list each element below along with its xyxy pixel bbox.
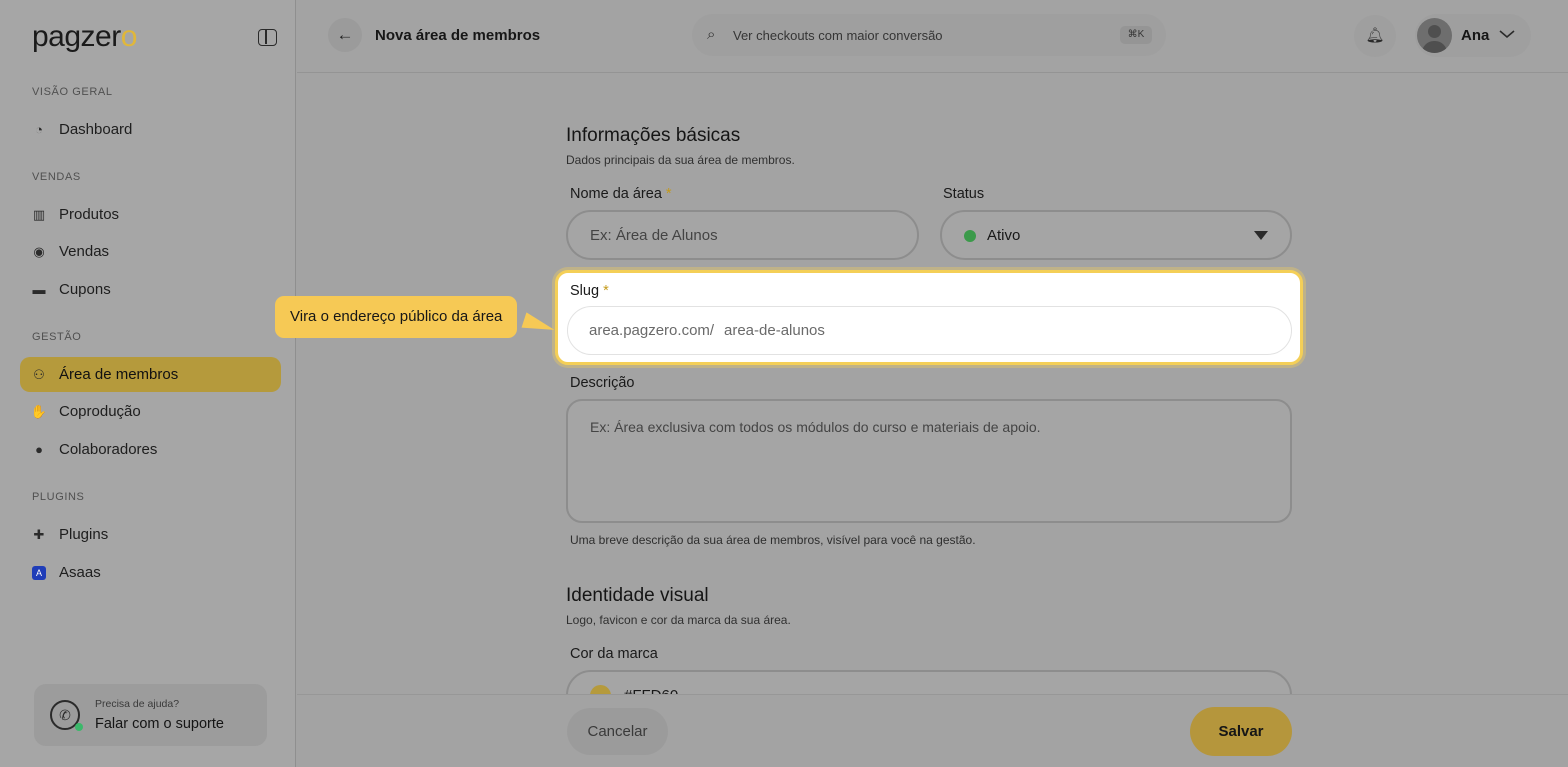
sidebar-item-area-de-membros[interactable]: ⚇ Área de membros <box>20 357 281 392</box>
products-icon: ▥ <box>32 206 46 222</box>
sidebar-item-plugins[interactable]: ✚ Plugins <box>20 517 281 552</box>
support-link[interactable]: Falar com o suporte <box>95 716 224 732</box>
slug-value: area-de-alunos <box>724 322 825 339</box>
search-shortcut-badge: ⌘K <box>1120 26 1152 44</box>
slug-label-text: Slug <box>570 283 600 299</box>
back-arrow-icon[interactable]: ← <box>328 18 362 52</box>
search-icon: ⌕ <box>707 26 716 43</box>
sidebar-item-colaboradores[interactable]: ● Colaboradores <box>20 432 281 467</box>
caret-down-icon <box>1254 231 1268 240</box>
sidebar-item-label: Área de membros <box>59 366 179 383</box>
sidebar-item-coproducao[interactable]: ✋ Coprodução <box>20 394 281 429</box>
status-select[interactable]: Ativo <box>940 210 1292 260</box>
name-label-text: Nome da área <box>570 186 662 202</box>
sidebar-item-vendas[interactable]: ◉ Vendas <box>20 234 281 269</box>
status-label: Status <box>943 186 985 202</box>
sidebar-item-label: Asaas <box>59 564 101 581</box>
status-value: Ativo <box>987 227 1021 244</box>
sidebar-item-label: Cupons <box>59 281 111 298</box>
section-title-visual-identity: Identidade visual <box>566 585 709 606</box>
puzzle-icon: ✚ <box>33 526 45 542</box>
tooltip-arrow <box>521 312 557 338</box>
asaas-icon: A <box>32 565 46 580</box>
description-help-text: Uma breve descrição da sua área de membr… <box>570 533 976 547</box>
cancel-button[interactable]: Cancelar <box>567 708 668 755</box>
save-button[interactable]: Salvar <box>1190 707 1292 756</box>
brand-logo[interactable]: pagzero <box>32 20 137 54</box>
required-mark: * <box>665 186 672 202</box>
section-label-overview: VISÃO GERAL <box>32 86 113 98</box>
sidebar-toggle-icon[interactable] <box>258 29 277 46</box>
bell-icon[interactable]: 🔔︎ <box>1354 15 1396 57</box>
slug-label: Slug * <box>570 283 609 299</box>
support-caption: Precisa de ajuda? <box>95 698 180 710</box>
sidebar-item-label: Vendas <box>59 243 110 260</box>
chevron-down-icon <box>1499 30 1515 39</box>
search-placeholder: Ver checkouts com maior conversão <box>733 28 943 43</box>
slug-prefix: area.pagzero.com/ <box>589 322 715 339</box>
section-label-sales: VENDAS <box>32 171 81 183</box>
online-status-dot <box>75 723 83 731</box>
footer-action-bar <box>297 694 1568 767</box>
area-name-input[interactable]: Ex: Área de Alunos <box>566 210 919 260</box>
members-icon: ⚇ <box>33 366 45 382</box>
page-title: Nova área de membros <box>375 27 541 44</box>
user-icon: ● <box>35 442 43 457</box>
user-menu[interactable]: Ana <box>1415 14 1531 57</box>
user-name: Ana <box>1461 27 1490 44</box>
sidebar-item-dashboard[interactable]: ◔ Dashboard <box>20 112 281 147</box>
sidebar-item-label: Coprodução <box>59 403 141 420</box>
brand-name: pagzer <box>32 20 121 53</box>
sidebar-item-label: Dashboard <box>59 121 133 138</box>
section-label-plugins: PLUGINS <box>32 491 85 503</box>
search-input[interactable]: ⌕ Ver checkouts com maior conversão ⌘K <box>692 14 1166 56</box>
sales-icon: ◉ <box>33 243 45 259</box>
description-label: Descrição <box>570 375 635 391</box>
required-mark: * <box>603 283 609 299</box>
top-header: ← Nova área de membros ⌕ Ver checkouts c… <box>297 0 1568 73</box>
handshake-icon: ✋ <box>30 403 48 419</box>
avatar <box>1417 18 1452 53</box>
dashboard-icon: ◔ <box>35 122 43 137</box>
section-subtitle-visual-identity: Logo, favicon e cor da marca da sua área… <box>566 613 791 627</box>
brand-color-label: Cor da marca <box>570 646 658 662</box>
sidebar-item-produtos[interactable]: ▥ Produtos <box>20 197 281 232</box>
slug-input[interactable]: area.pagzero.com/ area-de-alunos <box>567 306 1292 355</box>
sidebar-item-label: Plugins <box>59 526 109 543</box>
support-card[interactable]: ✆ Precisa de ajuda? Falar com o suporte <box>34 684 267 746</box>
sidebar: pagzero VISÃO GERAL ◔ Dashboard VENDAS ▥… <box>0 0 296 767</box>
sidebar-item-label: Produtos <box>59 206 120 223</box>
name-label: Nome da área * <box>570 186 672 202</box>
status-dot-icon <box>964 230 976 242</box>
description-textarea[interactable]: Ex: Área exclusiva com todos os módulos … <box>566 399 1292 523</box>
onboarding-tooltip: Vira o endereço público da área <box>275 296 518 338</box>
sidebar-item-label: Colaboradores <box>59 441 158 458</box>
description-placeholder: Ex: Área exclusiva com todos os módulos … <box>590 419 1041 435</box>
section-title-basic-info: Informações básicas <box>566 125 741 146</box>
section-label-management: GESTÃO <box>32 331 82 343</box>
area-name-placeholder: Ex: Área de Alunos <box>590 227 718 244</box>
sidebar-item-asaas[interactable]: A Asaas <box>20 555 281 590</box>
brand-name-end: o <box>120 20 138 53</box>
coupon-icon: ▬ <box>32 282 46 297</box>
slug-highlight: Slug * area.pagzero.com/ area-de-alunos <box>555 270 1303 365</box>
section-subtitle-basic-info: Dados principais da sua área de membros. <box>566 153 795 167</box>
sidebar-item-cupons[interactable]: ▬ Cupons <box>20 272 281 307</box>
